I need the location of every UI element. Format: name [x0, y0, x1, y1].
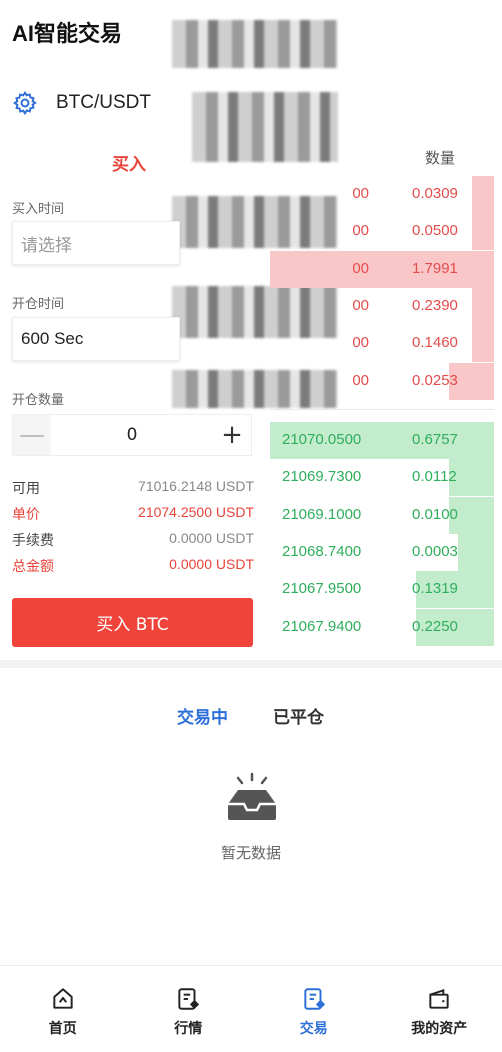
- price-value: 21074.2500 USDT: [138, 504, 254, 520]
- ask-amount: 0.2390: [412, 296, 458, 314]
- page-title: AI智能交易: [12, 21, 123, 46]
- quantity-input[interactable]: 0: [51, 425, 213, 445]
- blurred-region: [172, 20, 338, 68]
- ask-amount: 1.7991: [412, 259, 458, 277]
- bid-row[interactable]: 21067.9400 0.2250: [270, 608, 494, 646]
- nav-trade-label: 交易: [299, 1021, 328, 1037]
- orderbook-qty-header: 数量: [425, 149, 456, 167]
- available-row: 可用 71016.2148 USDT: [12, 478, 254, 498]
- bid-price: 21070.0500: [282, 431, 362, 448]
- depth-bar: [270, 250, 494, 288]
- tab-closed[interactable]: 已平仓: [273, 703, 324, 728]
- ask-price: 00: [352, 222, 369, 240]
- blurred-region: [192, 92, 338, 162]
- empty-text: 暂无数据: [220, 844, 281, 862]
- bid-price: 21067.9400: [282, 617, 362, 635]
- ask-price: 00: [352, 371, 369, 389]
- bid-price: 21069.1000: [282, 505, 362, 523]
- ask-row[interactable]: 00 0.0253: [270, 362, 494, 400]
- quantity-stepper: — 0 +: [12, 414, 252, 456]
- nav-assets[interactable]: 我的资产: [377, 966, 502, 1052]
- fee-value: 0.0000 USDT: [169, 530, 254, 546]
- bid-amount: 0.1319: [412, 580, 458, 598]
- ask-price: 00: [352, 185, 369, 202]
- price-label: 单价: [12, 507, 40, 523]
- ask-price: 00: [352, 296, 369, 314]
- ask-amount: 0.1460: [412, 334, 458, 352]
- ask-price: 00: [352, 334, 369, 352]
- wallet-icon: [429, 988, 449, 1009]
- depth-bar: [471, 213, 494, 251]
- bid-price: 21069.7300: [282, 468, 362, 486]
- nav-home-label: 首页: [48, 1021, 77, 1037]
- nav-market[interactable]: 行情: [126, 966, 252, 1052]
- ask-amount: 0.0253: [412, 371, 458, 389]
- nav-assets-label: 我的资产: [411, 1021, 468, 1037]
- ask-amount: 0.0500: [412, 222, 458, 240]
- minus-button[interactable]: —: [13, 415, 51, 455]
- bid-row[interactable]: 21067.9500 0.1319: [270, 571, 494, 609]
- nav-home[interactable]: 首页: [0, 966, 126, 1052]
- depth-bar: [471, 176, 494, 213]
- orderbook-divider: [270, 409, 494, 410]
- ask-price: 00: [352, 259, 369, 277]
- bottom-nav: 首页 行情 交易 我的资产: [0, 965, 502, 1052]
- pair-selector[interactable]: BTC/USDT: [12, 90, 151, 116]
- bid-amount: 0.2250: [412, 617, 458, 635]
- ask-row[interactable]: 00 0.1460: [270, 325, 494, 363]
- depth-bar: [471, 325, 494, 363]
- depth-bar: [458, 533, 494, 571]
- available-label: 可用: [12, 481, 40, 497]
- bid-row[interactable]: 21069.7300 0.0112: [270, 459, 494, 497]
- gear-icon[interactable]: [12, 90, 38, 116]
- open-qty-label: 开仓数量: [12, 393, 65, 408]
- depth-bar: [471, 287, 494, 325]
- section-divider: [0, 660, 502, 668]
- ask-row[interactable]: 00 0.0309: [270, 176, 494, 213]
- bid-amount: 0.0112: [412, 468, 457, 486]
- total-row: 总金额 0.0000 USDT: [12, 556, 254, 576]
- buy-time-placeholder: 请选择: [21, 235, 72, 256]
- nav-trade[interactable]: 交易: [251, 966, 377, 1052]
- tab-buy[interactable]: 买入: [112, 150, 146, 175]
- total-label: 总金额: [12, 559, 54, 575]
- ask-amount: 0.0309: [412, 185, 458, 202]
- open-time-value: 600 Sec: [21, 329, 84, 348]
- bid-amount: 0.6757: [412, 431, 458, 448]
- ask-row[interactable]: 00 0.2390: [270, 287, 494, 325]
- market-icon: [178, 988, 200, 1010]
- trade-icon: [304, 988, 325, 1010]
- pair-label: BTC/USDT: [56, 92, 151, 113]
- home-icon: [53, 988, 73, 1009]
- empty-inbox-icon: [228, 772, 276, 820]
- total-value: 0.0000 USDT: [169, 556, 254, 572]
- ask-row[interactable]: 00 1.7991: [270, 250, 494, 288]
- bid-amount: 0.0100: [412, 505, 458, 523]
- tab-trading[interactable]: 交易中: [177, 703, 228, 728]
- bid-price: 21067.9500: [282, 580, 362, 598]
- available-value: 71016.2148 USDT: [138, 478, 254, 494]
- bid-amount: 0.0003: [412, 542, 458, 560]
- bid-row[interactable]: 21070.0500 0.6757: [270, 422, 494, 459]
- bid-price: 21068.7400: [282, 542, 362, 560]
- ask-row[interactable]: 00 0.0500: [270, 213, 494, 251]
- buy-time-label: 买入时间: [12, 202, 65, 217]
- plus-button[interactable]: +: [213, 415, 251, 455]
- nav-market-label: 行情: [174, 1021, 203, 1037]
- buy-time-select[interactable]: 请选择: [12, 221, 180, 265]
- fee-row: 手续费 0.0000 USDT: [12, 530, 254, 550]
- price-row: 单价 21074.2500 USDT: [12, 504, 254, 524]
- bid-row[interactable]: 21068.7400 0.0003: [270, 533, 494, 571]
- bid-row[interactable]: 21069.1000 0.0100: [270, 496, 494, 534]
- buy-btc-button[interactable]: 买入 BTC: [12, 598, 253, 647]
- trade-page: AI智能交易 BTC/USDT 买入 数量 买入时间 请选择 开仓时间 600 …: [0, 0, 502, 1052]
- fee-label: 手续费: [12, 533, 54, 549]
- open-time-label: 开仓时间: [12, 297, 65, 312]
- open-time-select[interactable]: 600 Sec: [12, 317, 180, 361]
